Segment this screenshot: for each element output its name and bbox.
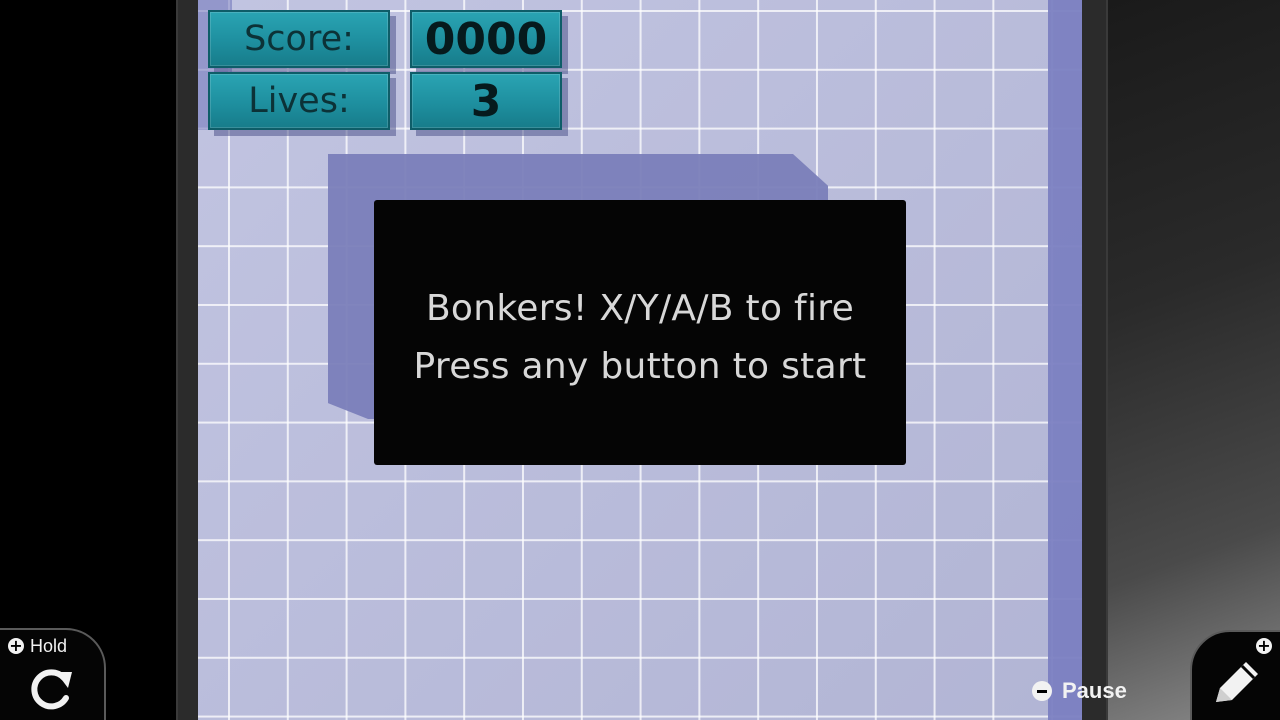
score-value-box: 0000 — [410, 10, 562, 68]
lives-label-box: Lives: — [208, 72, 390, 130]
pause-label: Pause — [1062, 678, 1127, 703]
plus-icon: + — [8, 636, 24, 655]
score-label: Score: — [244, 19, 354, 59]
lives-value: 3 — [470, 75, 502, 127]
right-background — [1104, 0, 1280, 720]
pencil-icon — [1216, 662, 1258, 702]
lives-value-box: 3 — [410, 72, 562, 130]
score-value: 0000 — [424, 13, 548, 65]
edit-button[interactable]: + — [1190, 630, 1280, 720]
rotate-icon — [31, 669, 72, 710]
game-screen: Score: 0000 Lives: 3 Bonkers! X/Y/A/B to… — [0, 0, 1280, 720]
message-line-start: Press any button to start — [413, 346, 867, 387]
hold-button[interactable]: + Hold — [0, 628, 106, 720]
lives-label: Lives: — [248, 81, 350, 121]
hold-label: Hold — [30, 636, 68, 656]
pause-button[interactable]: Pause — [1032, 678, 1127, 704]
plus-icon: + — [1256, 636, 1272, 655]
start-message-panel[interactable]: Bonkers! X/Y/A/B to fire Press any butto… — [374, 200, 906, 465]
score-label-box: Score: — [208, 10, 390, 68]
minus-icon — [1032, 681, 1052, 701]
message-line-fire: Bonkers! X/Y/A/B to fire — [425, 288, 855, 329]
right-wall — [1048, 0, 1082, 720]
